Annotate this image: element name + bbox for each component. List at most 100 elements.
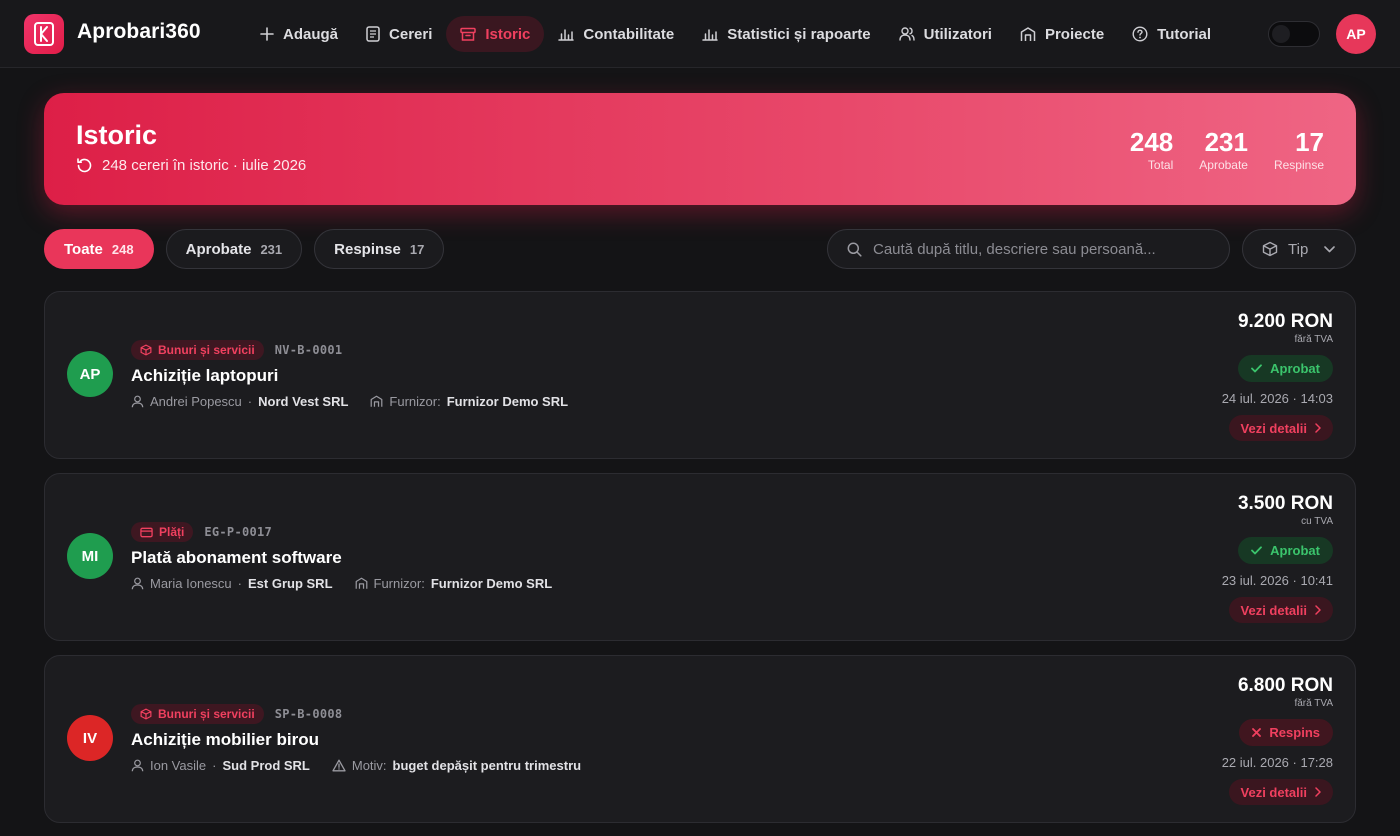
view-details-button[interactable]: Vezi detalii [1228,779,1333,805]
status-filters: Toate 248 Aprobate 231 Respinse 17 [44,229,445,269]
requester-name: Andrei Popescu [150,394,242,409]
bar-chart-icon [702,29,718,41]
app-brand: Aprobari360 [77,20,201,43]
requester-name: Ion Vasile [150,758,207,773]
status-badge: Aprobat [1238,537,1333,564]
details-label: Vezi detalii [1240,784,1307,800]
request-date: 23 iul. 2026 · 10:41 [1221,573,1333,588]
filter-label: Aprobate [185,240,252,258]
search-input[interactable] [873,240,1229,258]
building-icon [371,395,383,407]
filter-count: 17 [409,241,425,257]
reason-label: Motiv: [351,758,387,773]
search-box [827,229,1230,269]
nav-label: Proiecte [1044,25,1105,43]
status-label: Respins [1269,725,1320,740]
user-avatar[interactable]: AP [1336,14,1376,54]
theme-toggle[interactable] [1268,21,1320,47]
type-filter-dropdown[interactable]: Tip [1242,229,1356,269]
nav-item-utilizatori[interactable]: Utilizatori [885,16,1006,52]
card-icon [140,527,153,537]
company-name: Sud Prod SRL [222,758,310,773]
plus-icon [260,27,274,41]
request-amount: 9.200 RON [1237,311,1333,332]
chevron-right-icon [1315,787,1321,797]
category-label: Bunuri și servicii [158,707,255,721]
status-label: Aprobat [1270,543,1320,558]
search-icon [847,242,862,257]
filter-respinse[interactable]: Respinse 17 [314,229,445,269]
request-code: EG-P-0017 [204,525,273,539]
category-label: Plăți [159,525,185,539]
request-card[interactable]: AP Bunuri și servicii NV-B-0001 Achiziți… [44,291,1356,459]
nav-label: Istoric [485,25,531,43]
archive-icon [460,27,477,41]
top-navbar: Aprobari360 Adaugă Cereri Istoric Contab… [0,0,1400,68]
filter-toate[interactable]: Toate 248 [44,229,154,269]
nav-item-statistici[interactable]: Statistici și rapoarte [688,16,884,52]
check-icon [1251,546,1263,555]
nav-item-istoric[interactable]: Istoric [446,16,545,52]
nav-item-tutorial[interactable]: Tutorial [1118,16,1225,52]
filter-label: Respinse [334,240,401,258]
supplier-name: Furnizor Demo SRL [430,576,553,591]
nav-item-contabilitate[interactable]: Contabilitate [544,16,688,52]
request-card[interactable]: IV Bunuri și servicii SP-B-0008 Achiziți… [44,655,1356,823]
history-icon [77,158,92,173]
nav-item-proiecte[interactable]: Proiecte [1006,16,1118,52]
bar-chart-icon [558,29,575,41]
type-filter-label: Tip [1288,240,1309,258]
building-icon [355,577,367,589]
request-summary: 9.200 RON fără TVA Aprobat 24 iul. 2026 … [1222,311,1333,441]
filter-aprobate[interactable]: Aprobate 231 [165,229,303,269]
history-hero: Istoric 248 cereri în istoric · iulie 20… [44,93,1356,205]
company-name: Nord Vest SRL [258,394,349,409]
request-card[interactable]: MI Plăți EG-P-0017 Plată abonament softw… [44,473,1356,641]
company-name: Est Grup SRL [248,576,333,591]
request-meta: Ion Vasile · Sud Prod SRL Motiv: buget de… [131,758,581,773]
card-tags: Bunuri și servicii SP-B-0008 [131,704,342,724]
page-subtitle: 248 cereri în istoric · iulie 2026 [76,157,306,174]
page-title: Istoric [76,120,158,150]
box-icon [140,344,152,356]
request-summary: 6.800 RON fără TVA Respins 22 iul. 2026 … [1222,675,1333,805]
chevron-right-icon [1315,423,1321,433]
users-icon [898,27,915,41]
category-label: Bunuri și servicii [158,343,255,357]
supplier-label: Furnizor: [389,394,441,409]
nav-item-adauga[interactable]: Adaugă [246,16,352,52]
stat-rejected: 17 Respinse [1274,127,1324,172]
history-stats: 248 Total 231 Aprobate 17 Respinse [1130,127,1324,172]
request-meta: Maria Ionescu · Est Grup SRL Furnizor: Fu… [131,576,552,591]
check-icon [1251,364,1263,373]
stat-value: 231 [1204,127,1248,157]
request-title: Achiziție laptopuri [131,366,279,385]
vat-note: fără TVA [1294,334,1333,345]
request-date: 22 iul. 2026 · 17:28 [1221,755,1333,770]
user-icon [131,395,144,408]
vat-note: cu TVA [1301,516,1333,527]
subtitle-text: 248 cereri în istoric · iulie 2026 [102,157,307,174]
view-details-button[interactable]: Vezi detalii [1228,597,1333,623]
app-logo[interactable] [24,14,64,54]
main-nav: Adaugă Cereri Istoric Contabilitate Stat… [246,16,1225,52]
requester-name: Maria Ionescu [150,576,232,591]
filter-count: 248 [111,241,134,257]
warning-icon [332,759,346,772]
request-title: Achiziție mobilier birou [131,730,319,749]
request-meta: Andrei Popescu · Nord Vest SRL Furnizor: … [131,394,568,409]
chevron-right-icon [1315,605,1321,615]
details-label: Vezi detalii [1240,602,1307,618]
nav-item-cereri[interactable]: Cereri [352,16,446,52]
request-amount: 3.500 RON [1237,493,1333,514]
nav-label: Utilizatori [923,25,992,43]
view-details-button[interactable]: Vezi detalii [1228,415,1333,441]
box-icon [1262,241,1278,257]
filter-count: 231 [260,241,283,257]
card-tags: Plăți EG-P-0017 [131,522,272,542]
stat-value: 17 [1295,127,1324,157]
stat-approved: 231 Aprobate [1199,127,1248,172]
reason-text: buget depășit pentru trimestru [392,758,582,773]
status-badge: Respins [1239,719,1333,746]
nav-label: Cereri [389,25,433,43]
